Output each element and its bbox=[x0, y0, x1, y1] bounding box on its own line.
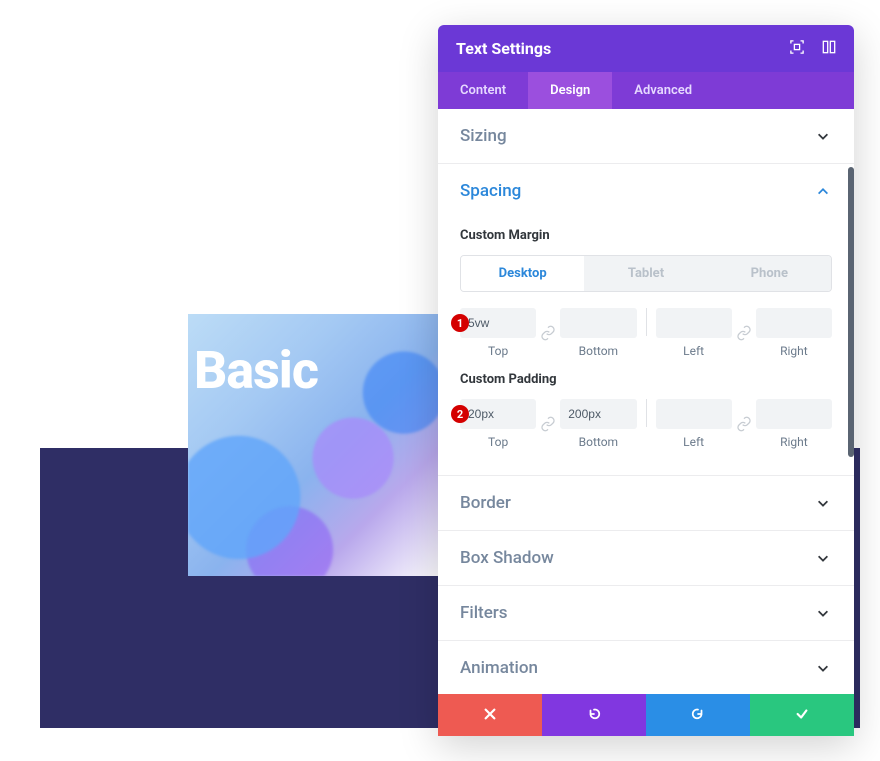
link-icon[interactable] bbox=[536, 409, 560, 439]
undo-icon bbox=[587, 706, 601, 725]
preview-title: Basic bbox=[194, 340, 318, 401]
section-label: Filters bbox=[460, 603, 508, 623]
section-spacing[interactable]: Spacing bbox=[438, 163, 854, 218]
undo-button[interactable] bbox=[542, 694, 646, 736]
section-label: Spacing bbox=[460, 181, 521, 201]
section-label: Box Shadow bbox=[460, 548, 554, 568]
section-filters[interactable]: Filters bbox=[438, 585, 854, 640]
margin-right-input[interactable] bbox=[756, 308, 832, 338]
spacing-content: Custom Margin Desktop Tablet Phone 1 Top… bbox=[438, 228, 854, 475]
margin-top-input[interactable] bbox=[460, 308, 536, 338]
snap-icon[interactable] bbox=[822, 39, 836, 58]
chevron-down-icon bbox=[816, 605, 832, 621]
annotation-badge-2: 2 bbox=[451, 405, 469, 423]
close-icon bbox=[483, 706, 497, 725]
chevron-down-icon bbox=[816, 128, 832, 144]
padding-top-input[interactable] bbox=[460, 399, 536, 429]
panel-title: Text Settings bbox=[456, 39, 551, 58]
margin-bottom-input[interactable] bbox=[560, 308, 636, 338]
check-icon bbox=[795, 706, 809, 725]
device-tab-phone[interactable]: Phone bbox=[708, 256, 831, 291]
chevron-up-icon bbox=[816, 183, 832, 199]
device-tabs: Desktop Tablet Phone bbox=[460, 255, 832, 292]
tab-advanced[interactable]: Advanced bbox=[612, 72, 714, 109]
text-settings-panel: Text Settings Content Design Advanced Si… bbox=[438, 25, 854, 736]
section-label: Animation bbox=[460, 658, 538, 678]
padding-row: 2 Top Bottom Left bbox=[460, 399, 832, 449]
edge-label-left: Left bbox=[683, 435, 704, 449]
scrollbar[interactable] bbox=[848, 167, 854, 457]
device-tab-tablet[interactable]: Tablet bbox=[584, 256, 707, 291]
tab-design[interactable]: Design bbox=[528, 72, 612, 109]
annotation-badge-1: 1 bbox=[451, 314, 469, 332]
edge-label-bottom: Bottom bbox=[579, 435, 618, 449]
section-box-shadow[interactable]: Box Shadow bbox=[438, 530, 854, 585]
edge-label-right: Right bbox=[780, 435, 808, 449]
panel-body: Sizing Spacing Custom Margin Desktop Tab… bbox=[438, 109, 854, 694]
divider bbox=[646, 399, 647, 427]
padding-left-input[interactable] bbox=[656, 399, 732, 429]
redo-button[interactable] bbox=[646, 694, 750, 736]
custom-padding-label: Custom Padding bbox=[460, 372, 832, 387]
padding-bottom-input[interactable] bbox=[560, 399, 636, 429]
panel-footer bbox=[438, 694, 854, 736]
edge-label-top: Top bbox=[488, 344, 508, 358]
margin-row: 1 Top Bottom Left bbox=[460, 308, 832, 358]
chevron-down-icon bbox=[816, 660, 832, 676]
tab-content[interactable]: Content bbox=[438, 72, 528, 109]
panel-tabs: Content Design Advanced bbox=[438, 72, 854, 109]
edge-label-bottom: Bottom bbox=[579, 344, 618, 358]
edge-label-right: Right bbox=[780, 344, 808, 358]
panel-header-icons bbox=[790, 39, 836, 58]
section-label: Border bbox=[460, 493, 511, 513]
custom-margin-label: Custom Margin bbox=[460, 228, 832, 243]
link-icon[interactable] bbox=[732, 318, 756, 348]
section-label: Sizing bbox=[460, 126, 507, 146]
edge-label-left: Left bbox=[683, 344, 704, 358]
link-icon[interactable] bbox=[732, 409, 756, 439]
save-button[interactable] bbox=[750, 694, 854, 736]
section-animation[interactable]: Animation bbox=[438, 640, 854, 694]
cancel-button[interactable] bbox=[438, 694, 542, 736]
chevron-down-icon bbox=[816, 550, 832, 566]
padding-right-input[interactable] bbox=[756, 399, 832, 429]
section-border[interactable]: Border bbox=[438, 475, 854, 530]
chevron-down-icon bbox=[816, 495, 832, 511]
link-icon[interactable] bbox=[536, 318, 560, 348]
device-tab-desktop[interactable]: Desktop bbox=[461, 256, 584, 291]
expand-icon[interactable] bbox=[790, 39, 804, 58]
preview-image-card: Basic bbox=[188, 314, 442, 576]
panel-header[interactable]: Text Settings bbox=[438, 25, 854, 72]
margin-left-input[interactable] bbox=[656, 308, 732, 338]
edge-label-top: Top bbox=[488, 435, 508, 449]
redo-icon bbox=[691, 706, 705, 725]
section-sizing[interactable]: Sizing bbox=[438, 109, 854, 163]
divider bbox=[646, 308, 647, 336]
